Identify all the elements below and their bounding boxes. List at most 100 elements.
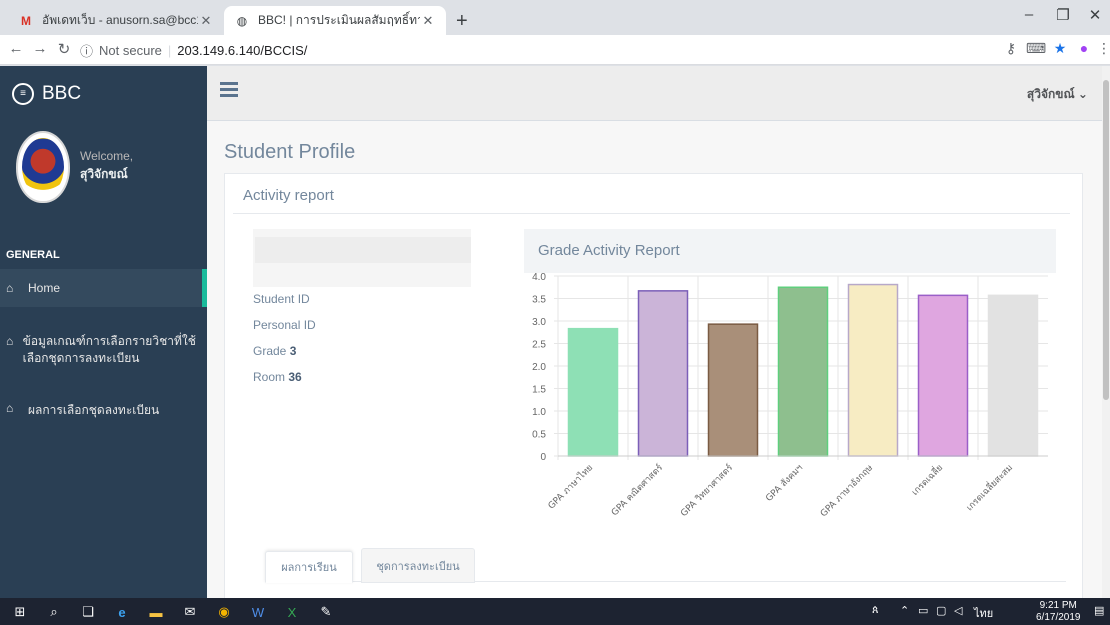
user-menu[interactable]: สุวิจักขณ์ ⌄ [1027, 85, 1088, 104]
people-icon[interactable]: ጰ [872, 604, 879, 617]
translate-icon[interactable]: ⌨ [1025, 40, 1047, 57]
tab-title: BBC! | การประเมินผลสัมฤทธิ์ทางการศึ [258, 13, 420, 27]
y-tick-label: 2.0 [532, 362, 546, 373]
input-language[interactable]: ไทย [974, 604, 993, 622]
windows-taskbar: ⊞ ⌕ ❏ e ▬ ✉ ◉ W X ✎ ጰ ⌃ ▭ ▢ ◁ ไทย 9:21 P… [0, 598, 1110, 625]
personal-id-label: Personal ID [253, 318, 316, 332]
x-tick-label: GPA สังคมฯ [764, 463, 805, 504]
info-icon[interactable]: ⓘ [80, 41, 93, 60]
page-scrollbar[interactable] [1102, 66, 1110, 598]
back-icon[interactable]: ← [6, 40, 26, 57]
result-tabs: ผลการเรียน ชุดการลงทะเบียน [265, 548, 1066, 583]
sidebar-item-label: Home [28, 281, 61, 295]
school-logo [16, 131, 70, 203]
x-tick-label: GPA วิทยาศาสตร์ [678, 462, 735, 519]
close-tab-icon[interactable]: ✕ [198, 13, 214, 29]
tab-title: อัพเดทเว็บ - anusorn.sa@bcc1852. [42, 13, 198, 27]
clock[interactable]: 9:21 PM 6/17/2019 [1036, 600, 1081, 624]
reload-icon[interactable]: ↻ [54, 40, 74, 58]
bar [847, 283, 899, 457]
restore-button[interactable]: ❐ [1048, 6, 1078, 24]
bar [637, 290, 689, 457]
bar [707, 323, 759, 457]
bookmark-star-icon[interactable]: ★ [1049, 40, 1071, 57]
sidebar-item-home[interactable]: ⌂ Home [0, 269, 207, 307]
windows-start-icon[interactable]: ⊞ [10, 602, 30, 622]
page-title: Student Profile [224, 141, 356, 163]
home-icon: ⌂ [6, 281, 14, 295]
mail-icon[interactable]: ✉ [180, 602, 200, 622]
top-nav: สุวิจักขณ์ ⌄ [207, 66, 1102, 121]
room-line: Room 36 [253, 370, 302, 384]
y-tick-label: 2.5 [532, 340, 546, 351]
student-id-label: Student ID [253, 292, 310, 306]
user-name: สุวิจักขณ์ [80, 167, 128, 181]
chrome-icon[interactable]: ◉ [214, 602, 234, 622]
excel-icon[interactable]: X [282, 602, 302, 622]
close-tab-icon[interactable]: ✕ [420, 13, 436, 29]
menu-section-title: GENERAL [6, 249, 60, 261]
sidebar-item-course-criteria[interactable]: ⌂ ข้อมูลเกณฑ์การเลือกรายวิชาที่ใช้เลือกช… [0, 323, 207, 377]
grade-bar-chart: 0 0.5 1.0 1.5 2.0 2.5 3.0 3.5 4.0 GPA ภาษาไทย GPA … [532, 272, 1048, 519]
chart-header: Grade Activity Report [524, 229, 1056, 273]
y-tick-label: 1.0 [532, 407, 546, 418]
browser-tab-bbc[interactable]: ◍ BBC! | การประเมินผลสัมฤทธิ์ทางการศึ ✕ [224, 6, 446, 35]
room-value: 36 [288, 370, 302, 384]
x-tick-label: GPA คณิตศาสตร์ [609, 462, 666, 519]
network-icon[interactable]: ▭ [918, 604, 928, 617]
minimize-button[interactable]: – [1014, 6, 1044, 23]
volume-icon[interactable]: ◁ [954, 604, 962, 617]
task-view-icon[interactable]: ❏ [78, 602, 98, 622]
security-label: Not secure [99, 42, 162, 58]
word-icon[interactable]: W [248, 602, 268, 622]
brand[interactable]: ≡ BBC [0, 66, 207, 121]
edge-icon[interactable]: e [112, 602, 132, 622]
sidebar-item-registration-result[interactable]: ⌂ ผลการเลือกชุดลงทะเบียน [0, 391, 207, 430]
sidebar-item-label: ข้อมูลเกณฑ์การเลือกรายวิชาที่ใช้เลือกชุด… [22, 334, 196, 365]
y-tick-label: 0 [540, 452, 546, 463]
tab-study-results[interactable]: ผลการเรียน [265, 551, 353, 583]
tab-registration-set[interactable]: ชุดการลงทะเบียน [361, 548, 475, 583]
room-label: Room [253, 370, 286, 384]
search-icon[interactable]: ⌕ [44, 602, 64, 622]
forward-icon[interactable]: → [30, 40, 50, 57]
gmail-icon: M [21, 13, 31, 28]
browser-toolbar: ← → ↻ ⓘ Not secure | 203.149.6.140/BCCIS… [0, 35, 1110, 65]
action-center-icon[interactable]: ▤ [1094, 604, 1104, 617]
divider: | [167, 42, 172, 58]
sidebar: ≡ BBC Welcome, สุวิจักขณ์ GENERAL ⌂ Home… [0, 66, 207, 598]
new-tab-button[interactable]: + [456, 10, 468, 33]
bar [987, 294, 1039, 457]
database-icon: ≡ [12, 82, 34, 105]
menu-toggle-icon[interactable] [220, 82, 238, 100]
grade-line: Grade 3 [253, 344, 296, 358]
profile-avatar-icon[interactable]: ● [1073, 40, 1095, 56]
sidebar-item-label: ผลการเลือกชุดลงทะเบียน [28, 403, 160, 417]
y-tick-label: 4.0 [532, 272, 546, 283]
bar [777, 286, 829, 457]
x-tick-label: เกรดเฉลี่ย [908, 461, 945, 498]
key-icon[interactable]: ⚷ [1000, 40, 1022, 57]
url-text: 203.149.6.140/BCCIS/ [177, 42, 308, 58]
paint-icon[interactable]: ✎ [316, 602, 336, 622]
home-icon: ⌂ [6, 401, 14, 415]
divider [233, 213, 1070, 214]
brand-name: BBC [42, 82, 82, 104]
address-bar[interactable]: ⓘ Not secure | 203.149.6.140/BCCIS/ [80, 39, 1020, 61]
browser-tab-gmail[interactable]: M อัพเดทเว็บ - anusorn.sa@bcc1852. ✕ [8, 6, 224, 35]
close-window-button[interactable]: ✕ [1080, 6, 1110, 24]
clock-time: 9:21 PM [1039, 600, 1077, 611]
x-tick-label: เกรดเฉลี่ยสะสม [963, 461, 1015, 513]
browser-menu-icon[interactable]: ⋮ [1093, 40, 1110, 57]
globe-icon: ◍ [236, 13, 248, 28]
show-hidden-icons[interactable]: ⌃ [900, 604, 909, 617]
file-explorer-icon[interactable]: ▬ [146, 602, 166, 622]
welcome-text: Welcome, [80, 149, 134, 163]
grade-label: Grade [253, 344, 287, 358]
student-name-box [255, 237, 471, 263]
x-tick-label: GPA ภาษาอังกฤษ [819, 463, 875, 519]
bar [917, 294, 969, 457]
x-tick-label: GPA ภาษาไทย [546, 462, 595, 511]
chart-title: Grade Activity Report [538, 242, 680, 259]
notifications-icon[interactable]: ▢ [936, 604, 946, 617]
